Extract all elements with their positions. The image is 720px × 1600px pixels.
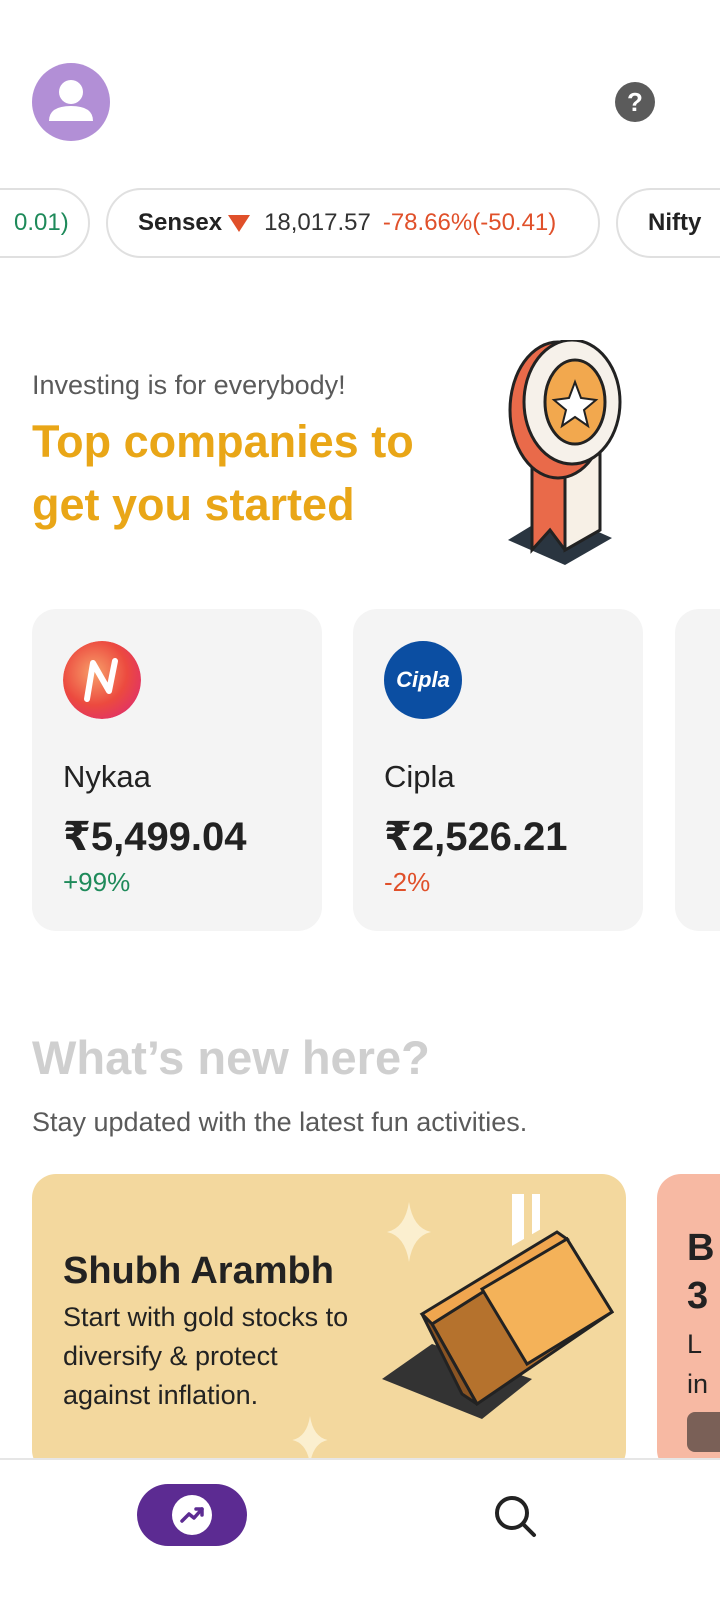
nykaa-logo-icon [63,641,141,719]
ticker-change: -78.66%(-50.41) [382,209,557,236]
medal-illustration [508,340,622,565]
stock-price: ₹2,526.21 [384,815,568,859]
stock-card-cipla[interactable]: Cipla Cipla ₹2,526.21 -2% [353,609,643,931]
banner-cta-button[interactable] [687,1412,720,1452]
stock-card-next[interactable] [675,609,720,931]
ticker-name: Nifty [648,209,702,236]
sparkle-icon [292,1416,328,1460]
down-arrow-icon [228,214,251,232]
banner-title: Shubh Arambh [63,1250,334,1292]
stock-price: ₹5,499.04 [63,815,247,859]
stock-card-nykaa[interactable]: Nykaa ₹5,499.04 +99% [32,609,322,931]
ticker-value: 18,017.57 [264,209,371,236]
ticker-pill[interactable]: 0.01) [0,188,90,258]
banner-description: L in [687,1329,709,1399]
banner-description: Start with gold stocks to diversify & pr… [63,1302,349,1410]
gold-bar-illustration [382,1194,615,1419]
whats-new-subtitle: Stay updated with the latest fun activit… [32,1107,528,1137]
stock-name: Nykaa [63,759,151,794]
ticker-name: Sensex [138,209,223,236]
stock-cards-carousel: Nykaa ₹5,499.04 +99% Cipla Cipla ₹2,526.… [0,609,720,931]
trending-icon [172,1495,212,1535]
bottom-navigation [0,1458,720,1600]
banner-next[interactable]: B 3 L in [657,1174,720,1460]
market-ticker: 0.01) Sensex 18,017.57 -78.66%(-50.41) N… [0,188,720,260]
banner-title: B 3 [687,1227,715,1317]
search-icon[interactable] [493,1494,537,1538]
stock-change: +99% [63,867,131,897]
ticker-pill-nifty[interactable]: Nifty [616,188,720,258]
banner-shubh-arambh[interactable]: Shubh Arambh Start with gold stocks to d… [32,1174,626,1460]
whats-new-title: What’s new here? [32,1031,430,1084]
ticker-pill-sensex[interactable]: Sensex 18,017.57 -78.66%(-50.41) [106,188,600,258]
top-companies-promo: Investing is for everybody! Top companie… [0,340,720,570]
stock-name: Cipla [384,759,455,794]
help-icon[interactable]: ? [615,82,655,122]
promo-eyebrow: Investing is for everybody! [32,370,346,400]
promo-headline: Top companies to get you started [32,416,414,530]
app-header: ? [0,0,720,180]
user-avatar-icon[interactable] [32,63,110,141]
activity-banners-carousel: Shubh Arambh Start with gold stocks to d… [0,1174,720,1460]
nav-trending-tab[interactable] [137,1484,247,1546]
cipla-logo-icon: Cipla [384,641,462,719]
ticker-change: 0.01) [14,209,69,236]
stock-change: -2% [384,867,431,897]
